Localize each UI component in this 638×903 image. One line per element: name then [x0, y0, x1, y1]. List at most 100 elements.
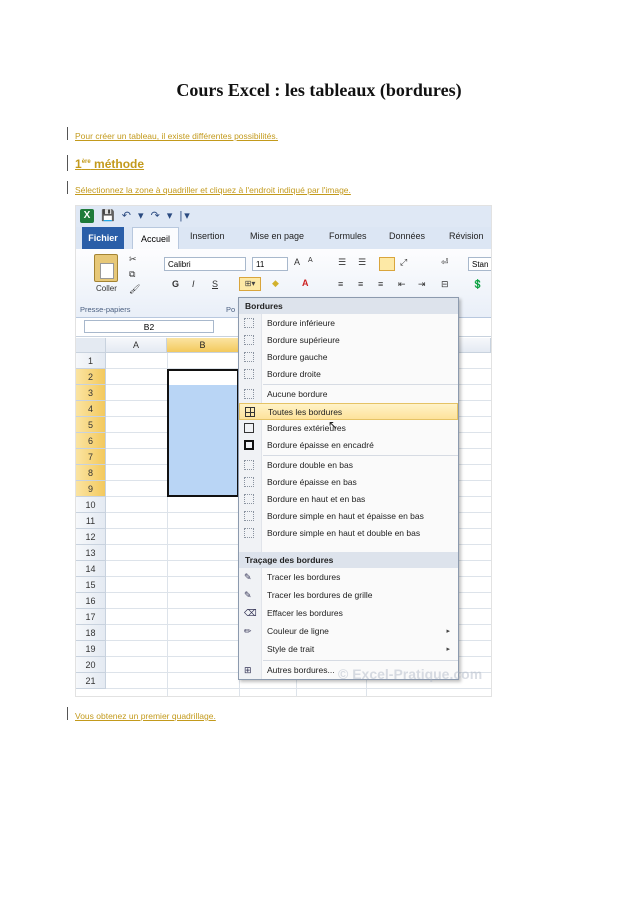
copy-icon[interactable]: ⧉ [129, 269, 135, 280]
select-all-corner[interactable] [76, 338, 106, 353]
menu-item-border[interactable]: Bordure épaisse en encadré [239, 437, 458, 454]
row-header[interactable]: 9 [76, 481, 106, 497]
tab-formules[interactable]: Formules [329, 231, 367, 241]
menu-item-border[interactable]: Bordure inférieure [239, 315, 458, 332]
method-heading: 1ère méthode [75, 157, 145, 171]
font-color-icon[interactable]: A [302, 278, 309, 288]
menu-item-border[interactable]: Bordure épaisse en bas [239, 474, 458, 491]
paste-icon[interactable] [94, 254, 118, 282]
italic-button[interactable]: I [192, 279, 195, 289]
align-middle-icon[interactable]: ☰ [358, 257, 366, 268]
paste-label[interactable]: Coller [96, 284, 117, 293]
margin-marker [67, 127, 68, 140]
tab-revision[interactable]: Révision [449, 231, 484, 241]
menu-item-label: Bordure supérieure [267, 335, 340, 345]
row-header[interactable]: 6 [76, 433, 106, 449]
row-header[interactable]: 10 [76, 497, 106, 513]
row-header[interactable]: 7 [76, 449, 106, 465]
row-header[interactable]: 1 [76, 353, 106, 369]
orientation-icon[interactable]: ⤢ [400, 257, 407, 268]
border-style-icon [244, 460, 254, 470]
fill-color-icon[interactable]: ◆ [272, 278, 279, 289]
row-header[interactable]: 8 [76, 465, 106, 481]
draw-tool-icon: ✏ [244, 626, 252, 636]
menu-header-drawing: Traçage des bordures [239, 552, 458, 568]
menu-item-drawing[interactable]: ⌫ Effacer les bordures [239, 605, 458, 622]
row-header[interactable]: 11 [76, 513, 106, 529]
row-header[interactable]: 15 [76, 577, 106, 593]
row-header[interactable]: 14 [76, 561, 106, 577]
format-painter-icon[interactable]: 🖌 [129, 284, 140, 295]
menu-item-label: Style de trait [267, 644, 315, 654]
indent-icon[interactable]: ⇤ [398, 279, 406, 290]
selected-range[interactable] [167, 369, 239, 497]
menu-item-label: Aucune bordure [267, 389, 328, 399]
row-header[interactable]: 3 [76, 385, 106, 401]
row-header[interactable]: 4 [76, 401, 106, 417]
menu-item-border[interactable]: Bordure double en bas [239, 457, 458, 474]
menu-item-drawing[interactable]: Style de trait ▸ [239, 641, 458, 658]
active-cell[interactable] [169, 371, 237, 385]
row-header[interactable]: 19 [76, 641, 106, 657]
borders-dropdown-button[interactable]: ⊞▾ [239, 277, 261, 291]
currency-icon[interactable]: 💲 [472, 279, 483, 290]
menu-item-border[interactable]: Bordure droite [239, 366, 458, 383]
row-header[interactable]: 21 [76, 673, 106, 689]
tab-accueil[interactable]: Accueil [132, 227, 179, 250]
quick-access-toolbar: X 💾 ↶ ▾ ↷ ▾ |▾ [76, 206, 491, 227]
menu-item-border[interactable]: Bordure gauche [239, 349, 458, 366]
menu-item-label: Bordure en haut et en bas [267, 494, 366, 504]
border-style-icon [244, 477, 254, 487]
align-top-icon[interactable]: ☰ [338, 257, 346, 268]
border-style-icon [244, 494, 254, 504]
menu-item-label: Effacer les bordures [267, 608, 343, 618]
tab-mise-en-page[interactable]: Mise en page [250, 231, 304, 241]
column-header-a[interactable]: A [106, 338, 167, 353]
watermark: © Excel-Pratique.com [338, 666, 483, 682]
excel-screenshot: X 💾 ↶ ▾ ↷ ▾ |▾ Fichier Accueil Insertion… [75, 205, 492, 697]
row-header[interactable]: 20 [76, 657, 106, 673]
row-header[interactable]: 16 [76, 593, 106, 609]
menu-item-border[interactable]: Aucune bordure [239, 386, 458, 403]
row-header[interactable]: 5 [76, 417, 106, 433]
grow-font-icon[interactable]: A [294, 257, 300, 267]
name-box[interactable]: B2 [84, 320, 214, 333]
row-header[interactable]: 18 [76, 625, 106, 641]
column-header-b[interactable]: B [167, 338, 239, 353]
quick-access-icons[interactable]: 💾 ↶ ▾ ↷ ▾ |▾ [101, 209, 192, 222]
menu-item-drawing[interactable]: ✎ Tracer les bordures de grille [239, 587, 458, 604]
menu-item-border[interactable]: Bordure en haut et en bas [239, 491, 458, 508]
number-format-box[interactable]: Stan [468, 257, 491, 271]
font-size-box[interactable]: 11 [252, 257, 288, 271]
tab-donnees[interactable]: Données [389, 231, 425, 241]
menu-item-label: Bordure inférieure [267, 318, 336, 328]
row-header[interactable]: 17 [76, 609, 106, 625]
align-bottom-icon[interactable] [379, 257, 395, 271]
shrink-font-icon[interactable]: A [308, 257, 313, 264]
menu-item-drawing[interactable]: ✏ Couleur de ligne ▸ [239, 623, 458, 640]
row-header[interactable]: 2 [76, 369, 106, 385]
align-left-icon[interactable]: ≡ [338, 279, 343, 289]
tab-fichier[interactable]: Fichier [82, 227, 124, 249]
row-header[interactable]: 12 [76, 529, 106, 545]
mouse-cursor-icon: ↖ [328, 418, 339, 432]
row-header[interactable]: 13 [76, 545, 106, 561]
menu-separator [263, 455, 458, 456]
menu-item-border[interactable]: Toutes les bordures [239, 403, 458, 420]
align-right-icon[interactable]: ≡ [378, 279, 383, 289]
menu-item-border[interactable]: Bordure simple en haut et épaisse en bas [239, 508, 458, 525]
merge-icon[interactable]: ⊟ [441, 279, 449, 290]
outdent-icon[interactable]: ⇥ [418, 279, 426, 290]
font-name-box[interactable]: Calibri [164, 257, 246, 271]
tab-insertion[interactable]: Insertion [190, 231, 225, 241]
border-style-icon [244, 369, 254, 379]
align-center-icon[interactable]: ≡ [358, 279, 363, 289]
menu-item-border[interactable]: Bordures extérieures [239, 420, 458, 437]
menu-item-drawing[interactable]: ✎ Tracer les bordures [239, 569, 458, 586]
wrap-text-icon[interactable]: ⏎ [441, 257, 449, 268]
cut-icon[interactable]: ✂ [129, 254, 137, 265]
underline-button[interactable]: S [212, 279, 218, 289]
menu-item-border[interactable]: Bordure supérieure [239, 332, 458, 349]
bold-button[interactable]: G [172, 279, 179, 289]
menu-item-border[interactable]: Bordure simple en haut et double en bas [239, 525, 458, 542]
